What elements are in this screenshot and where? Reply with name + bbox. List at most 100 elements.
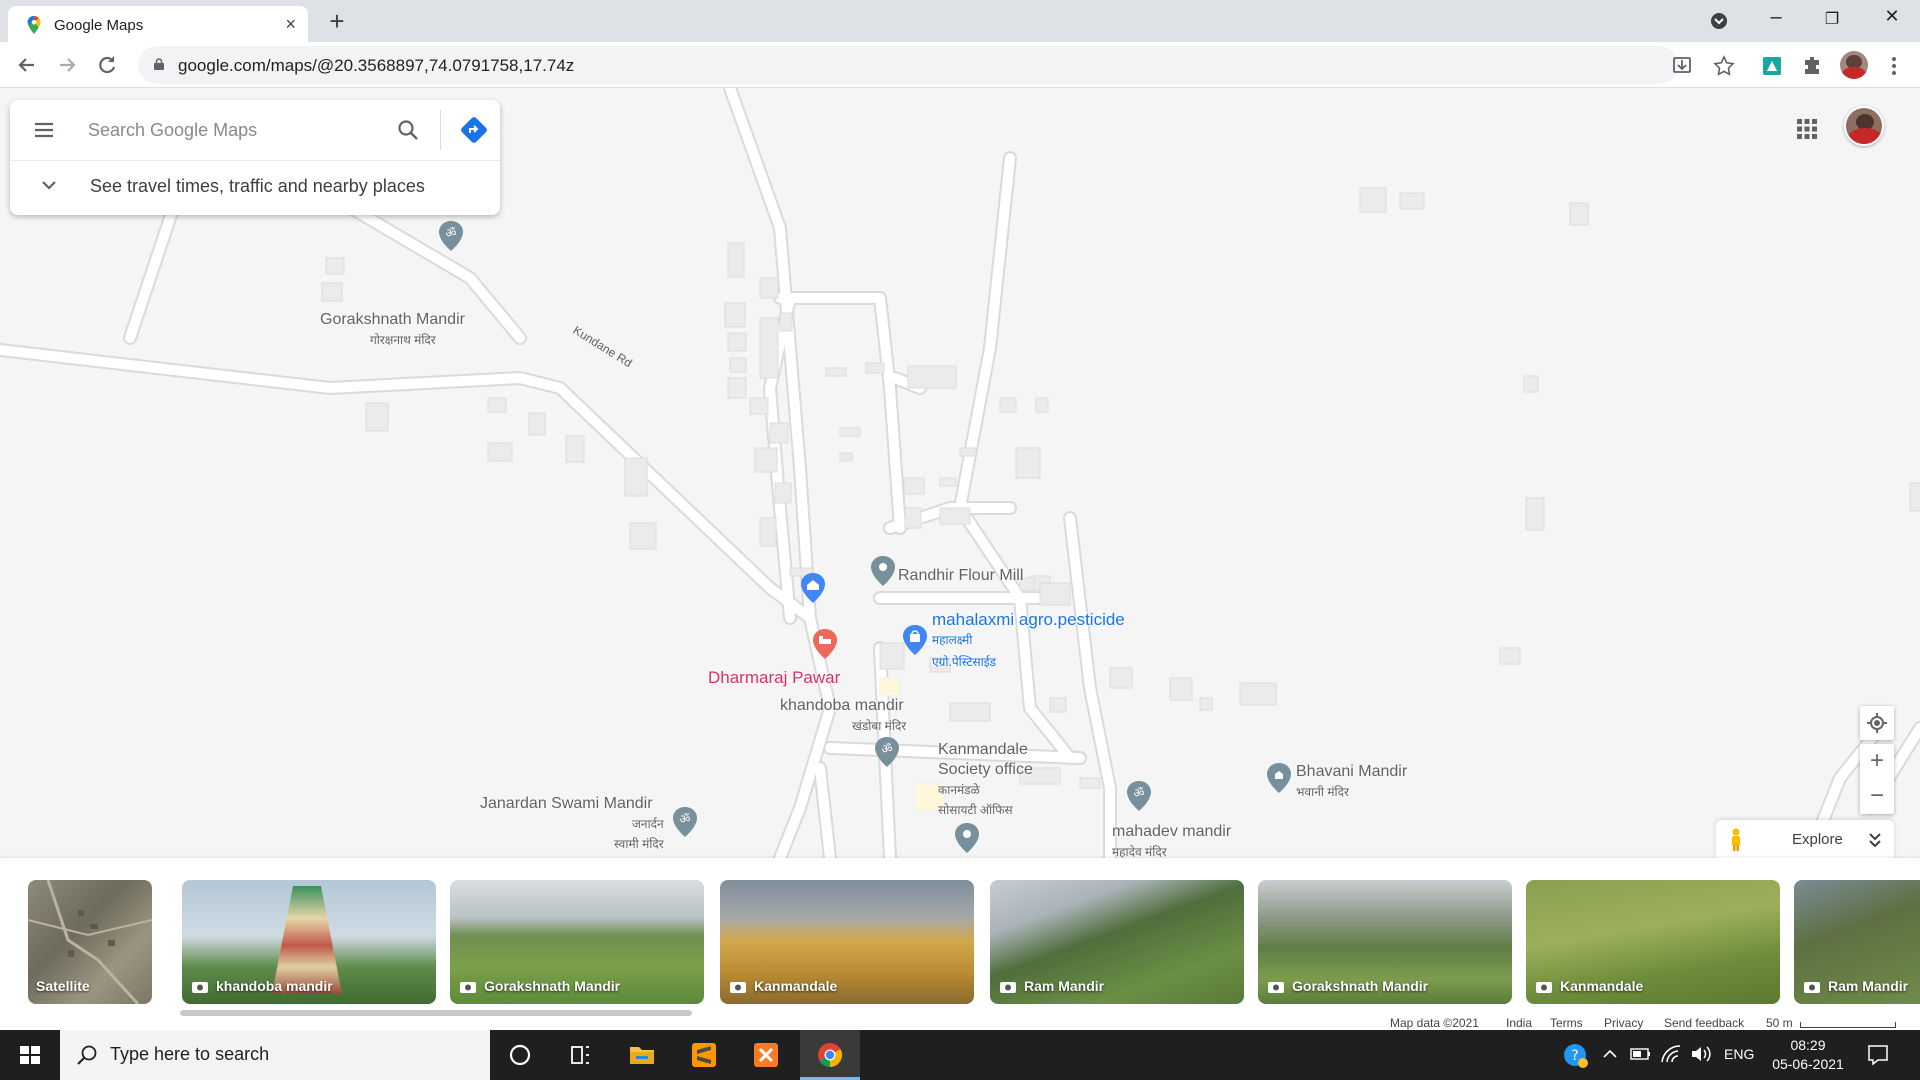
place-sublabel-mahadev: महादेव मंदिर: [1112, 845, 1167, 858]
temple-pin-icon[interactable]: ॐ: [1126, 780, 1152, 812]
photo-card-ram-mandir[interactable]: Ram Mandir: [990, 880, 1244, 1004]
svg-text:ॐ: ॐ: [882, 742, 893, 756]
menu-icon[interactable]: [32, 118, 56, 142]
directions-icon[interactable]: [460, 116, 488, 144]
new-tab-button[interactable]: +: [322, 6, 352, 37]
forward-icon[interactable]: [52, 50, 82, 80]
terms-link[interactable]: Terms: [1550, 1016, 1583, 1030]
cortana-icon[interactable]: [490, 1030, 550, 1080]
place-sublabel-bhavani: भवानी मंदिर: [1296, 785, 1349, 799]
place-sublabel-janardan-2: स्वामी मंदिर: [614, 837, 664, 851]
url-text: google.com/maps/@20.3568897,74.0791758,1…: [178, 56, 575, 75]
region-link[interactable]: India: [1506, 1016, 1532, 1030]
explore-panel-toggle[interactable]: Explore: [1716, 820, 1894, 860]
place-label-khandoba[interactable]: khandoba mandir: [780, 696, 904, 716]
help-icon[interactable]: ?: [1562, 1042, 1590, 1070]
card-label: Ram Mandir: [1024, 978, 1105, 994]
more-menu-icon[interactable]: [1882, 54, 1906, 78]
my-location-button[interactable]: [1860, 706, 1894, 740]
extension-drive-icon[interactable]: [1760, 54, 1784, 78]
profile-avatar[interactable]: [1840, 51, 1868, 79]
photo-card-khandoba[interactable]: khandoba mandir: [182, 880, 436, 1004]
zoom-controls: + −: [1860, 744, 1894, 814]
zoom-out-button[interactable]: −: [1860, 779, 1894, 814]
language-indicator[interactable]: ENG: [1724, 1046, 1754, 1062]
place-label-mahadev[interactable]: mahadev mandir: [1112, 822, 1231, 842]
place-label-janardan[interactable]: Janardan Swami Mandir: [480, 794, 653, 814]
place-label-mahalaxmi[interactable]: mahalaxmi agro.pesticide: [932, 610, 1125, 630]
temple-pin-icon[interactable]: ॐ: [438, 220, 464, 252]
temple-pin-icon[interactable]: ॐ: [672, 806, 698, 838]
google-maps-favicon-icon: [27, 16, 41, 34]
card-label: Satellite: [36, 978, 90, 994]
pegman-icon: [1732, 828, 1740, 851]
place-sublabel-mahalaxmi-2: एग्रो.पेस्टिसाईड: [932, 655, 997, 669]
search-icon[interactable]: [396, 118, 420, 142]
zoom-in-button[interactable]: +: [1860, 744, 1894, 779]
map-data-credit: Map data ©2021: [1390, 1016, 1479, 1030]
hotel-pin-icon[interactable]: [812, 628, 838, 660]
extensions-puzzle-icon[interactable]: [1800, 54, 1824, 78]
place-label-society-office[interactable]: Society office: [938, 760, 1033, 780]
photo-card-gorakshnath-2[interactable]: Gorakshnath Mandir: [1258, 880, 1512, 1004]
camera-icon: [1536, 982, 1552, 993]
tray-chevron-up-icon[interactable]: [1602, 1048, 1618, 1060]
wifi-icon[interactable]: [1660, 1044, 1682, 1064]
system-clock[interactable]: 08:29 05-06-2021: [1758, 1036, 1858, 1074]
search-input[interactable]: [88, 118, 378, 142]
battery-icon[interactable]: [1630, 1046, 1652, 1062]
taskbar-search[interactable]: Type here to search: [60, 1030, 490, 1080]
task-view-icon[interactable]: [550, 1030, 610, 1080]
home-pin-icon[interactable]: [800, 572, 826, 604]
back-icon[interactable]: [12, 50, 42, 80]
search-divider: [440, 110, 441, 150]
travel-times-prompt[interactable]: See travel times, traffic and nearby pla…: [90, 176, 425, 197]
minimize-button[interactable]: –: [1756, 6, 1796, 29]
place-pin-icon[interactable]: [870, 555, 896, 587]
taskbar-search-placeholder: Type here to search: [110, 1044, 270, 1064]
send-feedback-link[interactable]: Send feedback: [1664, 1016, 1744, 1030]
svg-text:ॐ: ॐ: [680, 812, 691, 826]
file-explorer-icon[interactable]: [612, 1030, 672, 1080]
place-label-randhir[interactable]: Randhir Flour Mill: [898, 566, 1023, 586]
photo-card-gorakshnath[interactable]: Gorakshnath Mandir: [450, 880, 704, 1004]
reload-icon[interactable]: [92, 50, 122, 80]
tab-close-button[interactable]: ×: [285, 14, 296, 35]
camera-icon: [192, 982, 208, 993]
shopping-pin-icon[interactable]: [902, 624, 928, 656]
satellite-layer-card[interactable]: Satellite: [28, 880, 152, 1004]
google-apps-icon[interactable]: [1796, 118, 1818, 140]
place-pin-icon[interactable]: [954, 822, 980, 854]
place-label-kanmandale[interactable]: Kanmandale: [938, 740, 1028, 760]
sublime-text-icon[interactable]: [674, 1030, 734, 1080]
notifications-icon[interactable]: [1866, 1043, 1890, 1067]
chevron-down-icon[interactable]: [40, 176, 58, 194]
camera-icon: [460, 982, 476, 993]
install-app-icon[interactable]: [1670, 54, 1694, 78]
windows-start-icon[interactable]: [0, 1030, 60, 1080]
chrome-taskbar-button[interactable]: [800, 1030, 860, 1080]
lock-icon: [154, 58, 164, 70]
restore-button[interactable]: ❐: [1812, 9, 1852, 29]
place-sublabel-kanmandale-2: सोसायटी ऑफिस: [938, 803, 1013, 817]
temple-pin-icon[interactable]: [1266, 762, 1292, 794]
scale-label[interactable]: 50 m: [1766, 1016, 1793, 1030]
photo-strip: Satellite khandoba mandir Gorakshnath Ma…: [0, 858, 1920, 1026]
tab-search-icon[interactable]: [1710, 12, 1728, 30]
photo-card-ram-mandir-2[interactable]: Ram Mandir: [1794, 880, 1920, 1004]
temple-pin-icon[interactable]: ॐ: [874, 736, 900, 768]
place-label-dharmaraj[interactable]: Dharmaraj Pawar: [708, 668, 840, 688]
place-label-gorakshnath[interactable]: Gorakshnath Mandir: [320, 310, 465, 330]
bookmark-star-icon[interactable]: [1712, 54, 1736, 78]
place-label-bhavani[interactable]: Bhavani Mandir: [1296, 762, 1407, 782]
privacy-link[interactable]: Privacy: [1604, 1016, 1643, 1030]
photo-card-kanmandale-2[interactable]: Kanmandale: [1526, 880, 1780, 1004]
browser-tab[interactable]: Google Maps ×: [8, 6, 308, 42]
close-window-button[interactable]: ✕: [1872, 6, 1912, 27]
account-avatar[interactable]: [1844, 106, 1884, 146]
volume-icon[interactable]: [1690, 1044, 1712, 1064]
address-bar[interactable]: google.com/maps/@20.3568897,74.0791758,1…: [138, 46, 1678, 84]
card-label: Kanmandale: [1560, 978, 1644, 994]
photo-card-kanmandale[interactable]: Kanmandale: [720, 880, 974, 1004]
xampp-icon[interactable]: [736, 1030, 796, 1080]
